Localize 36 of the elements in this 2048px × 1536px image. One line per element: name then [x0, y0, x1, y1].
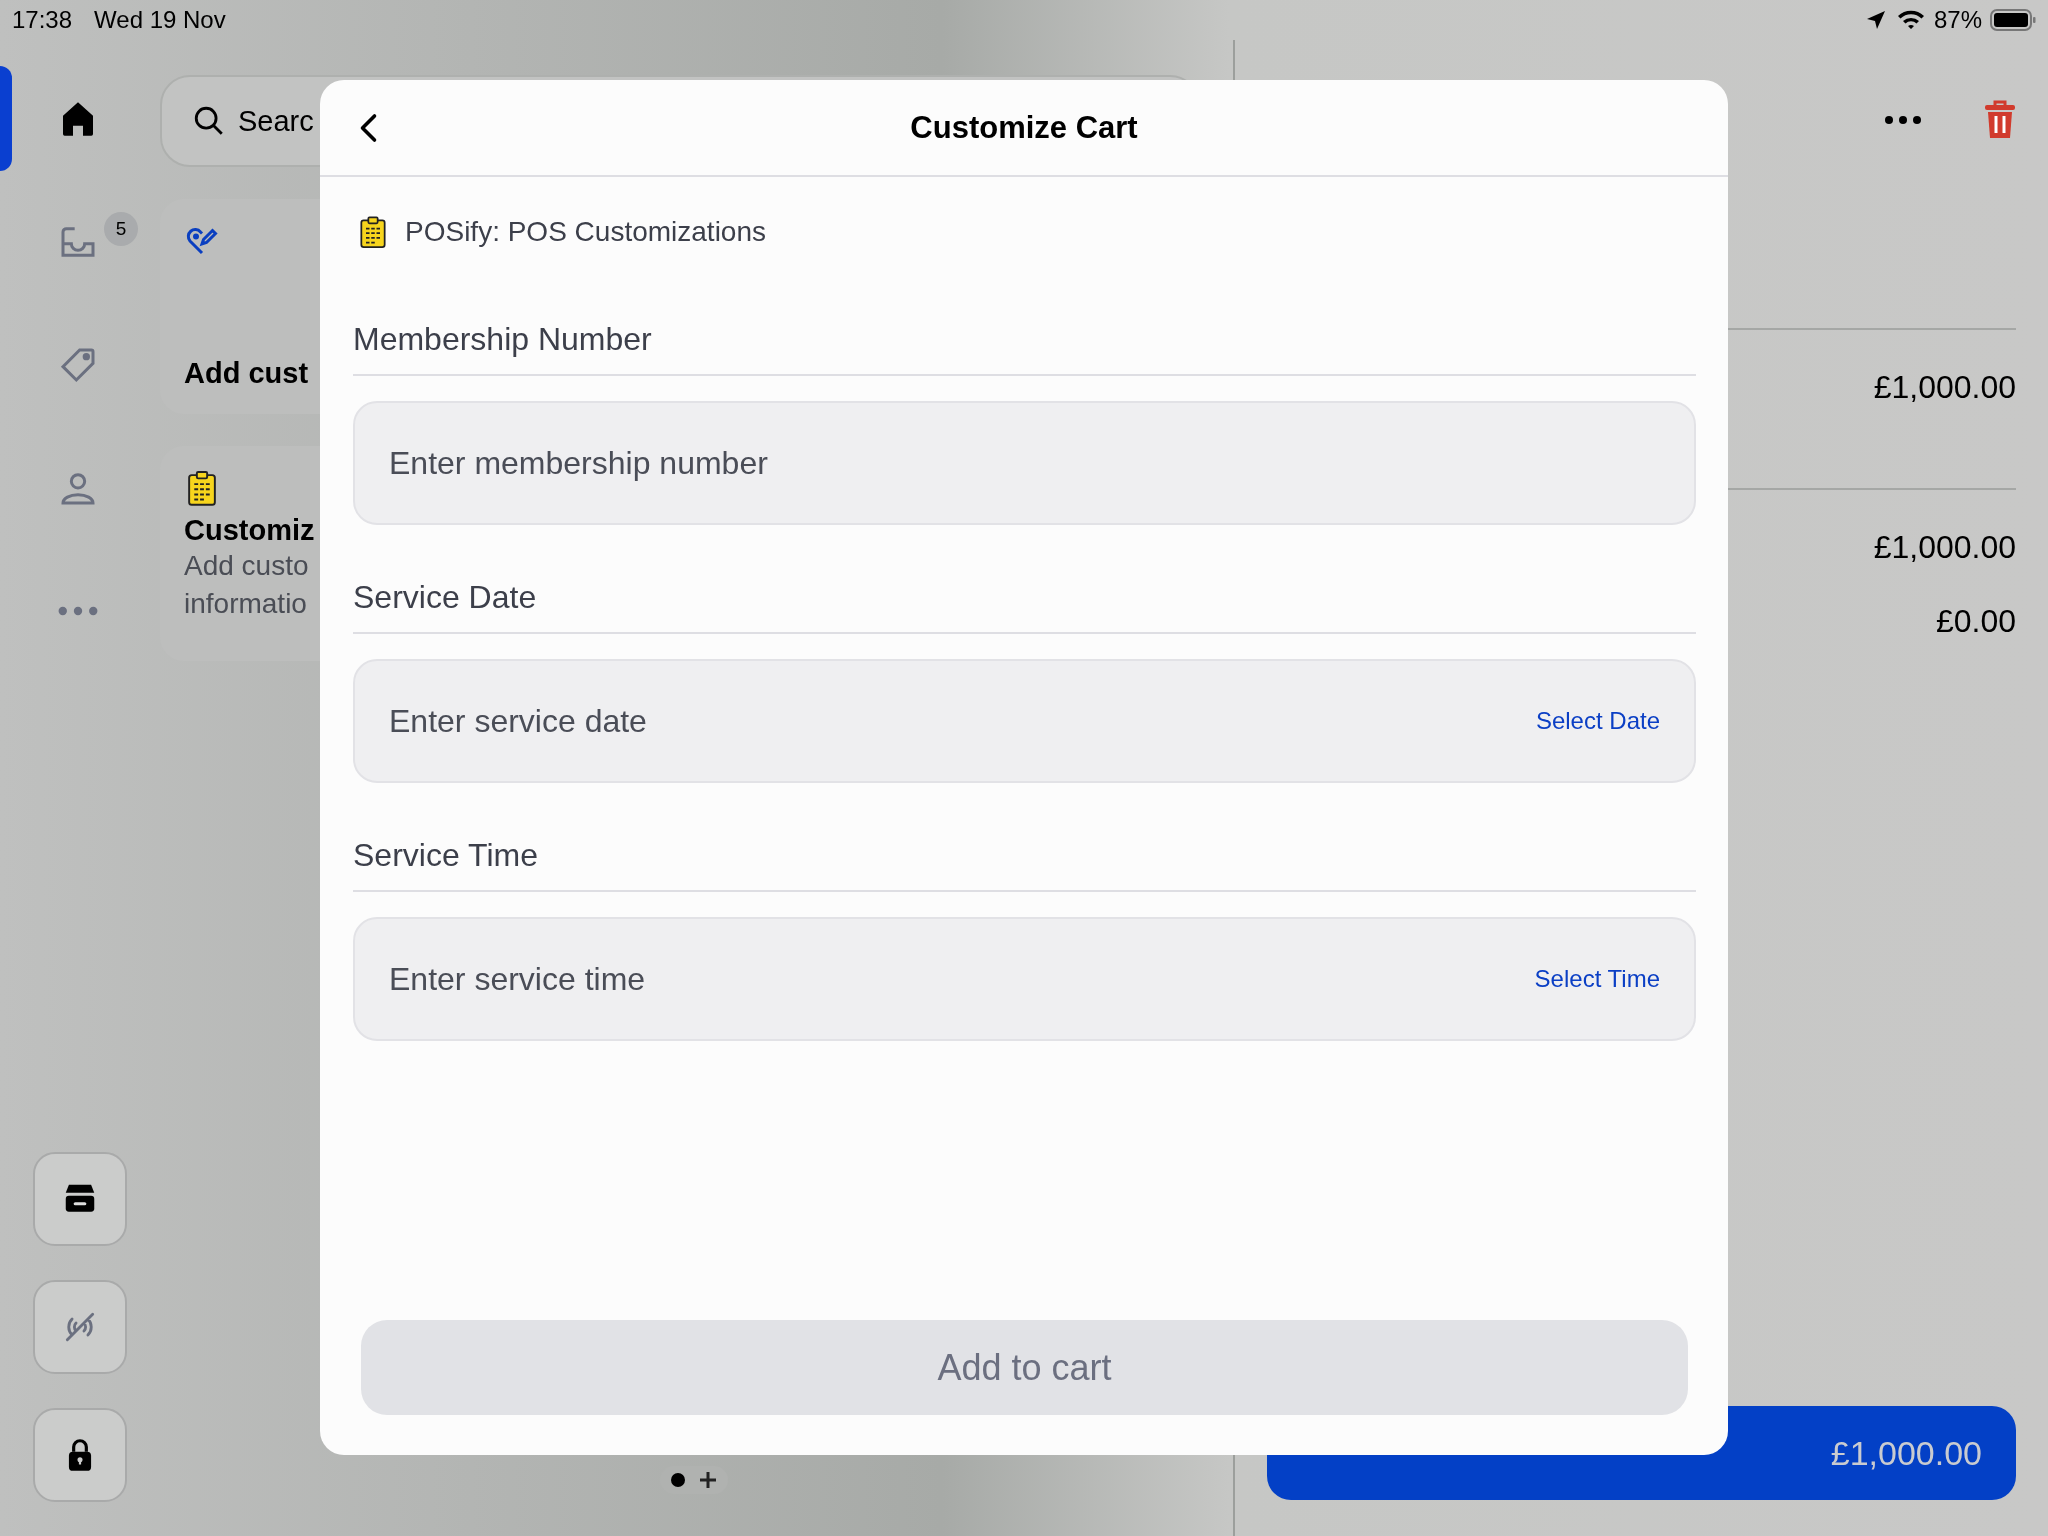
amount-value: £1,000.00 [1872, 368, 2016, 407]
input-field[interactable]: Enter service time Select Time [353, 917, 1696, 1041]
amount-value: £0.00 [1934, 602, 2016, 641]
source-label: POSify: POS Customizations [405, 216, 766, 248]
field-label: Service Date [353, 579, 1696, 634]
tile-title: Add cust [184, 357, 309, 390]
tile-description: informatio [184, 587, 307, 621]
no-signal-button[interactable] [33, 1280, 127, 1374]
more-icon[interactable] [1884, 115, 1922, 125]
input-field[interactable]: Enter service date Select Date [353, 659, 1696, 783]
tile-description: Add custo [184, 549, 309, 583]
count-badge: 5 [104, 211, 138, 246]
status-date: Wed 19 Nov [94, 6, 226, 34]
search-placeholder: Searc [238, 104, 314, 138]
battery-icon [1990, 8, 2036, 32]
battery-percent: 87% [1933, 6, 1982, 34]
text-input[interactable]: Enter service time [389, 960, 1535, 998]
search-icon [192, 104, 226, 138]
text-input[interactable]: Enter membership number [389, 444, 1660, 482]
more-icon [57, 605, 98, 616]
field-label: Service Time [353, 837, 1696, 892]
select-link[interactable]: Select Date [1535, 707, 1660, 735]
clipboard-icon [359, 215, 387, 249]
trash-icon[interactable] [1984, 100, 2016, 140]
select-link[interactable]: Select Time [1534, 965, 1660, 993]
store-button[interactable] [33, 1152, 127, 1246]
status-time: 17:38 [12, 6, 73, 34]
text-input[interactable]: Enter service date [389, 702, 1536, 740]
page-dot-icon [670, 1472, 686, 1488]
tile-title: Customiz [184, 514, 315, 547]
field-label: Membership Number [353, 321, 1696, 376]
modal-title: Customize Cart [910, 109, 1138, 146]
input-field[interactable]: Enter membership number [353, 401, 1696, 525]
lock-button[interactable] [33, 1408, 127, 1502]
add-icon[interactable] [698, 1470, 718, 1490]
amount-value: £1,000.00 [1872, 528, 2016, 567]
